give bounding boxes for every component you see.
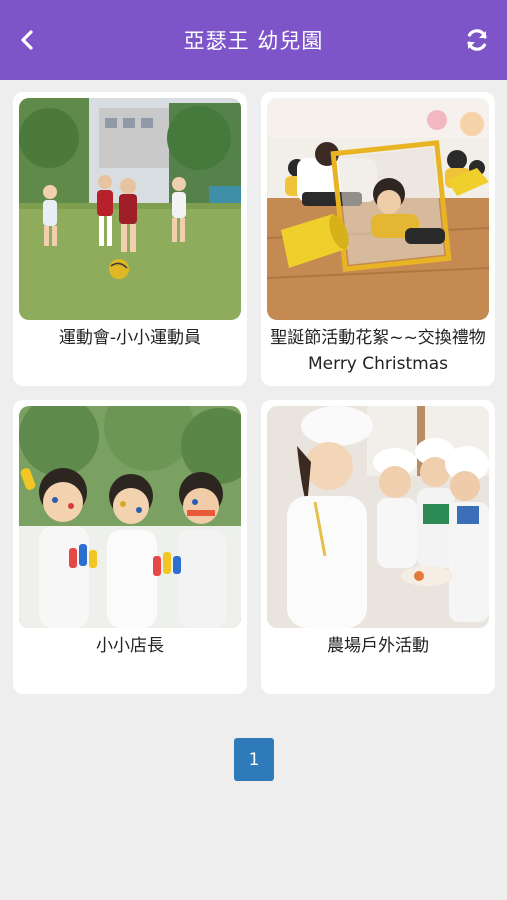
album-title: 農場戶外活動 (327, 636, 429, 656)
page-title: 亞瑟王 幼兒園 (183, 29, 324, 53)
album-photo (267, 406, 489, 628)
album-photo (267, 98, 489, 320)
pagination-page-button[interactable]: 1 (234, 738, 274, 781)
album-title: 小小店長 (96, 636, 164, 656)
album-photo (19, 98, 241, 320)
album-title: 聖誕節活動花絮~~交換禮物 Merry Christmas (270, 328, 486, 374)
back-button[interactable] (14, 26, 42, 54)
album-card[interactable]: 運動會-小小運動員 (13, 92, 247, 386)
album-card[interactable]: 農場戶外活動 (261, 400, 495, 694)
app-header: 亞瑟王 幼兒園 (0, 0, 507, 80)
album-card[interactable]: 小小店長 (13, 400, 247, 694)
refresh-icon (467, 29, 487, 51)
refresh-button[interactable] (463, 26, 491, 54)
album-photo (19, 406, 241, 628)
album-title: 運動會-小小運動員 (58, 328, 202, 348)
chevron-left-icon (21, 30, 33, 50)
album-card[interactable]: 聖誕節活動花絮~~交換禮物 Merry Christmas (261, 92, 495, 386)
